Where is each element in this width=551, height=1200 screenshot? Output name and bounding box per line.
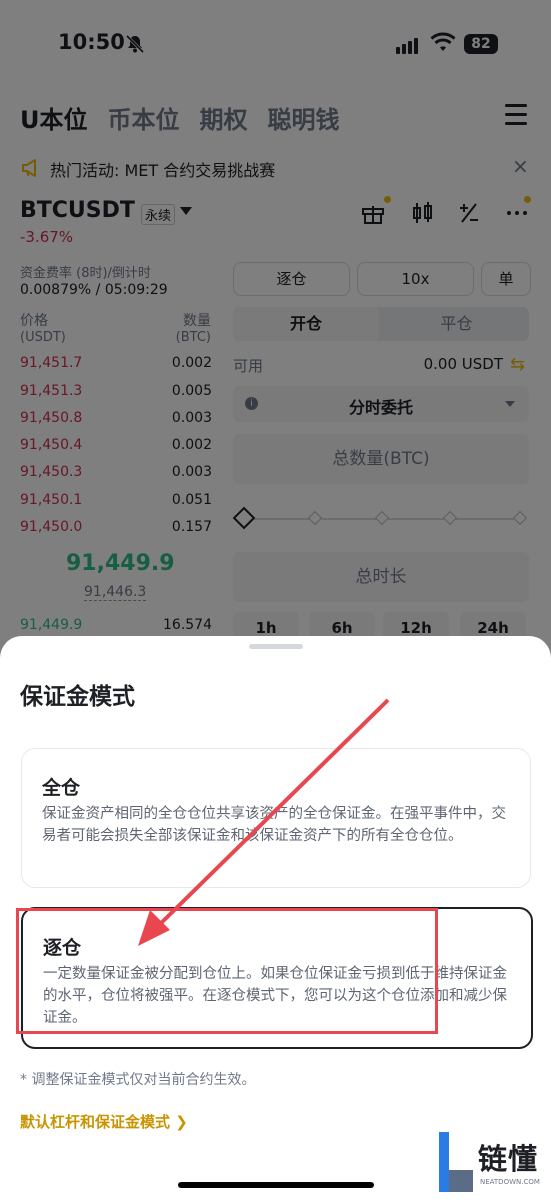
option-description: 保证金资产相同的全仓仓位共享该资产的全仓保证金。在强平事件中，交易者可能会损失全… xyxy=(42,806,506,844)
margin-mode-note: * 调整保证金模式仅对当前合约生效。 xyxy=(20,1072,256,1088)
watermark-logo xyxy=(439,1132,473,1192)
default-leverage-link[interactable]: 默认杠杆和保证金模式 ❯ xyxy=(20,1111,188,1132)
sheet-title: 保证金模式 xyxy=(20,684,135,710)
option-title: 全仓 xyxy=(42,777,81,799)
watermark-subtext: NEATDOWN.COM xyxy=(480,1178,540,1186)
annotation-highlight-box xyxy=(16,908,438,1034)
home-indicator[interactable] xyxy=(178,1182,374,1188)
cross-margin-option[interactable]: 全仓 保证金资产相同的全仓仓位共享该资产的全仓保证金。在强平事件中，交易者可能会… xyxy=(21,748,531,888)
watermark-text: 链懂 xyxy=(478,1142,539,1176)
sheet-drag-handle[interactable] xyxy=(249,644,303,649)
